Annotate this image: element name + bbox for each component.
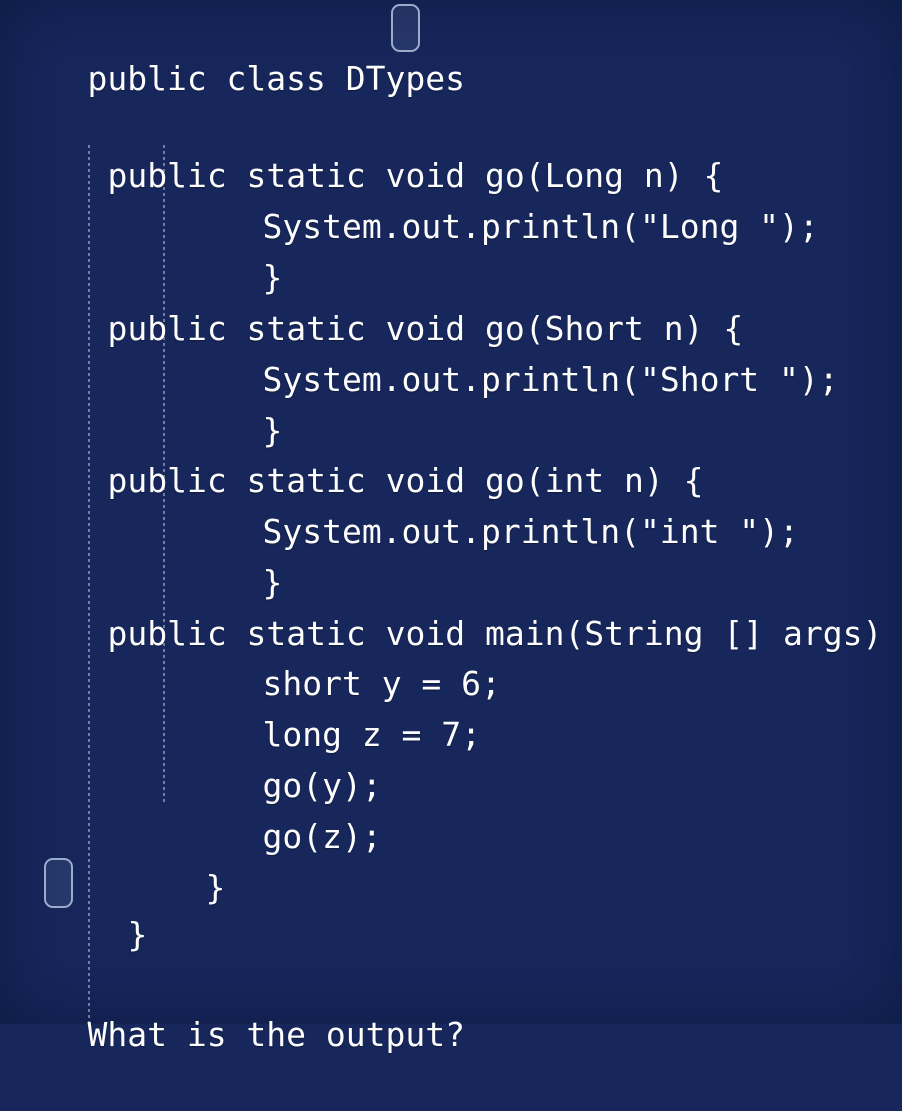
code-line-text: go(z); <box>262 817 382 856</box>
code-line-println-int[interactable]: System.out.println("int "); <box>183 455 798 551</box>
code-line-text: public class DTypes <box>87 59 485 98</box>
code-line-close-go-short[interactable]: } <box>183 354 282 450</box>
code-line-close-go-int[interactable]: } <box>183 506 282 602</box>
code-line-println-long[interactable]: System.out.println("Long "); <box>183 150 818 246</box>
code-editor-canvas: public class DTypes public static void g… <box>0 0 902 1054</box>
code-line-close-go-long[interactable]: } <box>183 201 282 297</box>
code-line-method-main[interactable]: public static void main(String [] args) … <box>28 557 902 653</box>
code-line-call-go-y[interactable]: go(y); <box>183 709 381 805</box>
code-line-declare-short-y[interactable]: short y = 6; <box>183 607 500 703</box>
code-line-close-class[interactable]: } <box>48 858 147 954</box>
code-line-method-go-int[interactable]: public static void go(int n) { <box>28 404 703 500</box>
code-line-text: } <box>127 915 148 954</box>
code-line-text: System.out.println("Short "); <box>262 360 839 399</box>
code-line-text: } <box>205 868 226 907</box>
question-prompt: What is the output? <box>8 958 465 1111</box>
code-line-method-go-short[interactable]: public static void go(Short n) { <box>28 252 743 348</box>
code-line-println-short[interactable]: System.out.println("Short "); <box>183 303 838 399</box>
code-line-close-main[interactable]: } <box>126 811 225 907</box>
code-line-declare-long-z[interactable]: long z = 7; <box>183 658 481 754</box>
code-line-call-go-z[interactable]: go(z); <box>183 760 381 856</box>
code-line-class-declaration[interactable]: public class DTypes <box>8 2 485 98</box>
code-line-text: System.out.println("Long "); <box>262 207 819 246</box>
code-line-method-go-long[interactable]: public static void go(Long n) { <box>28 99 723 195</box>
question-prompt-text: What is the output? <box>87 1015 465 1054</box>
code-line-text: System.out.println("int "); <box>262 512 799 551</box>
